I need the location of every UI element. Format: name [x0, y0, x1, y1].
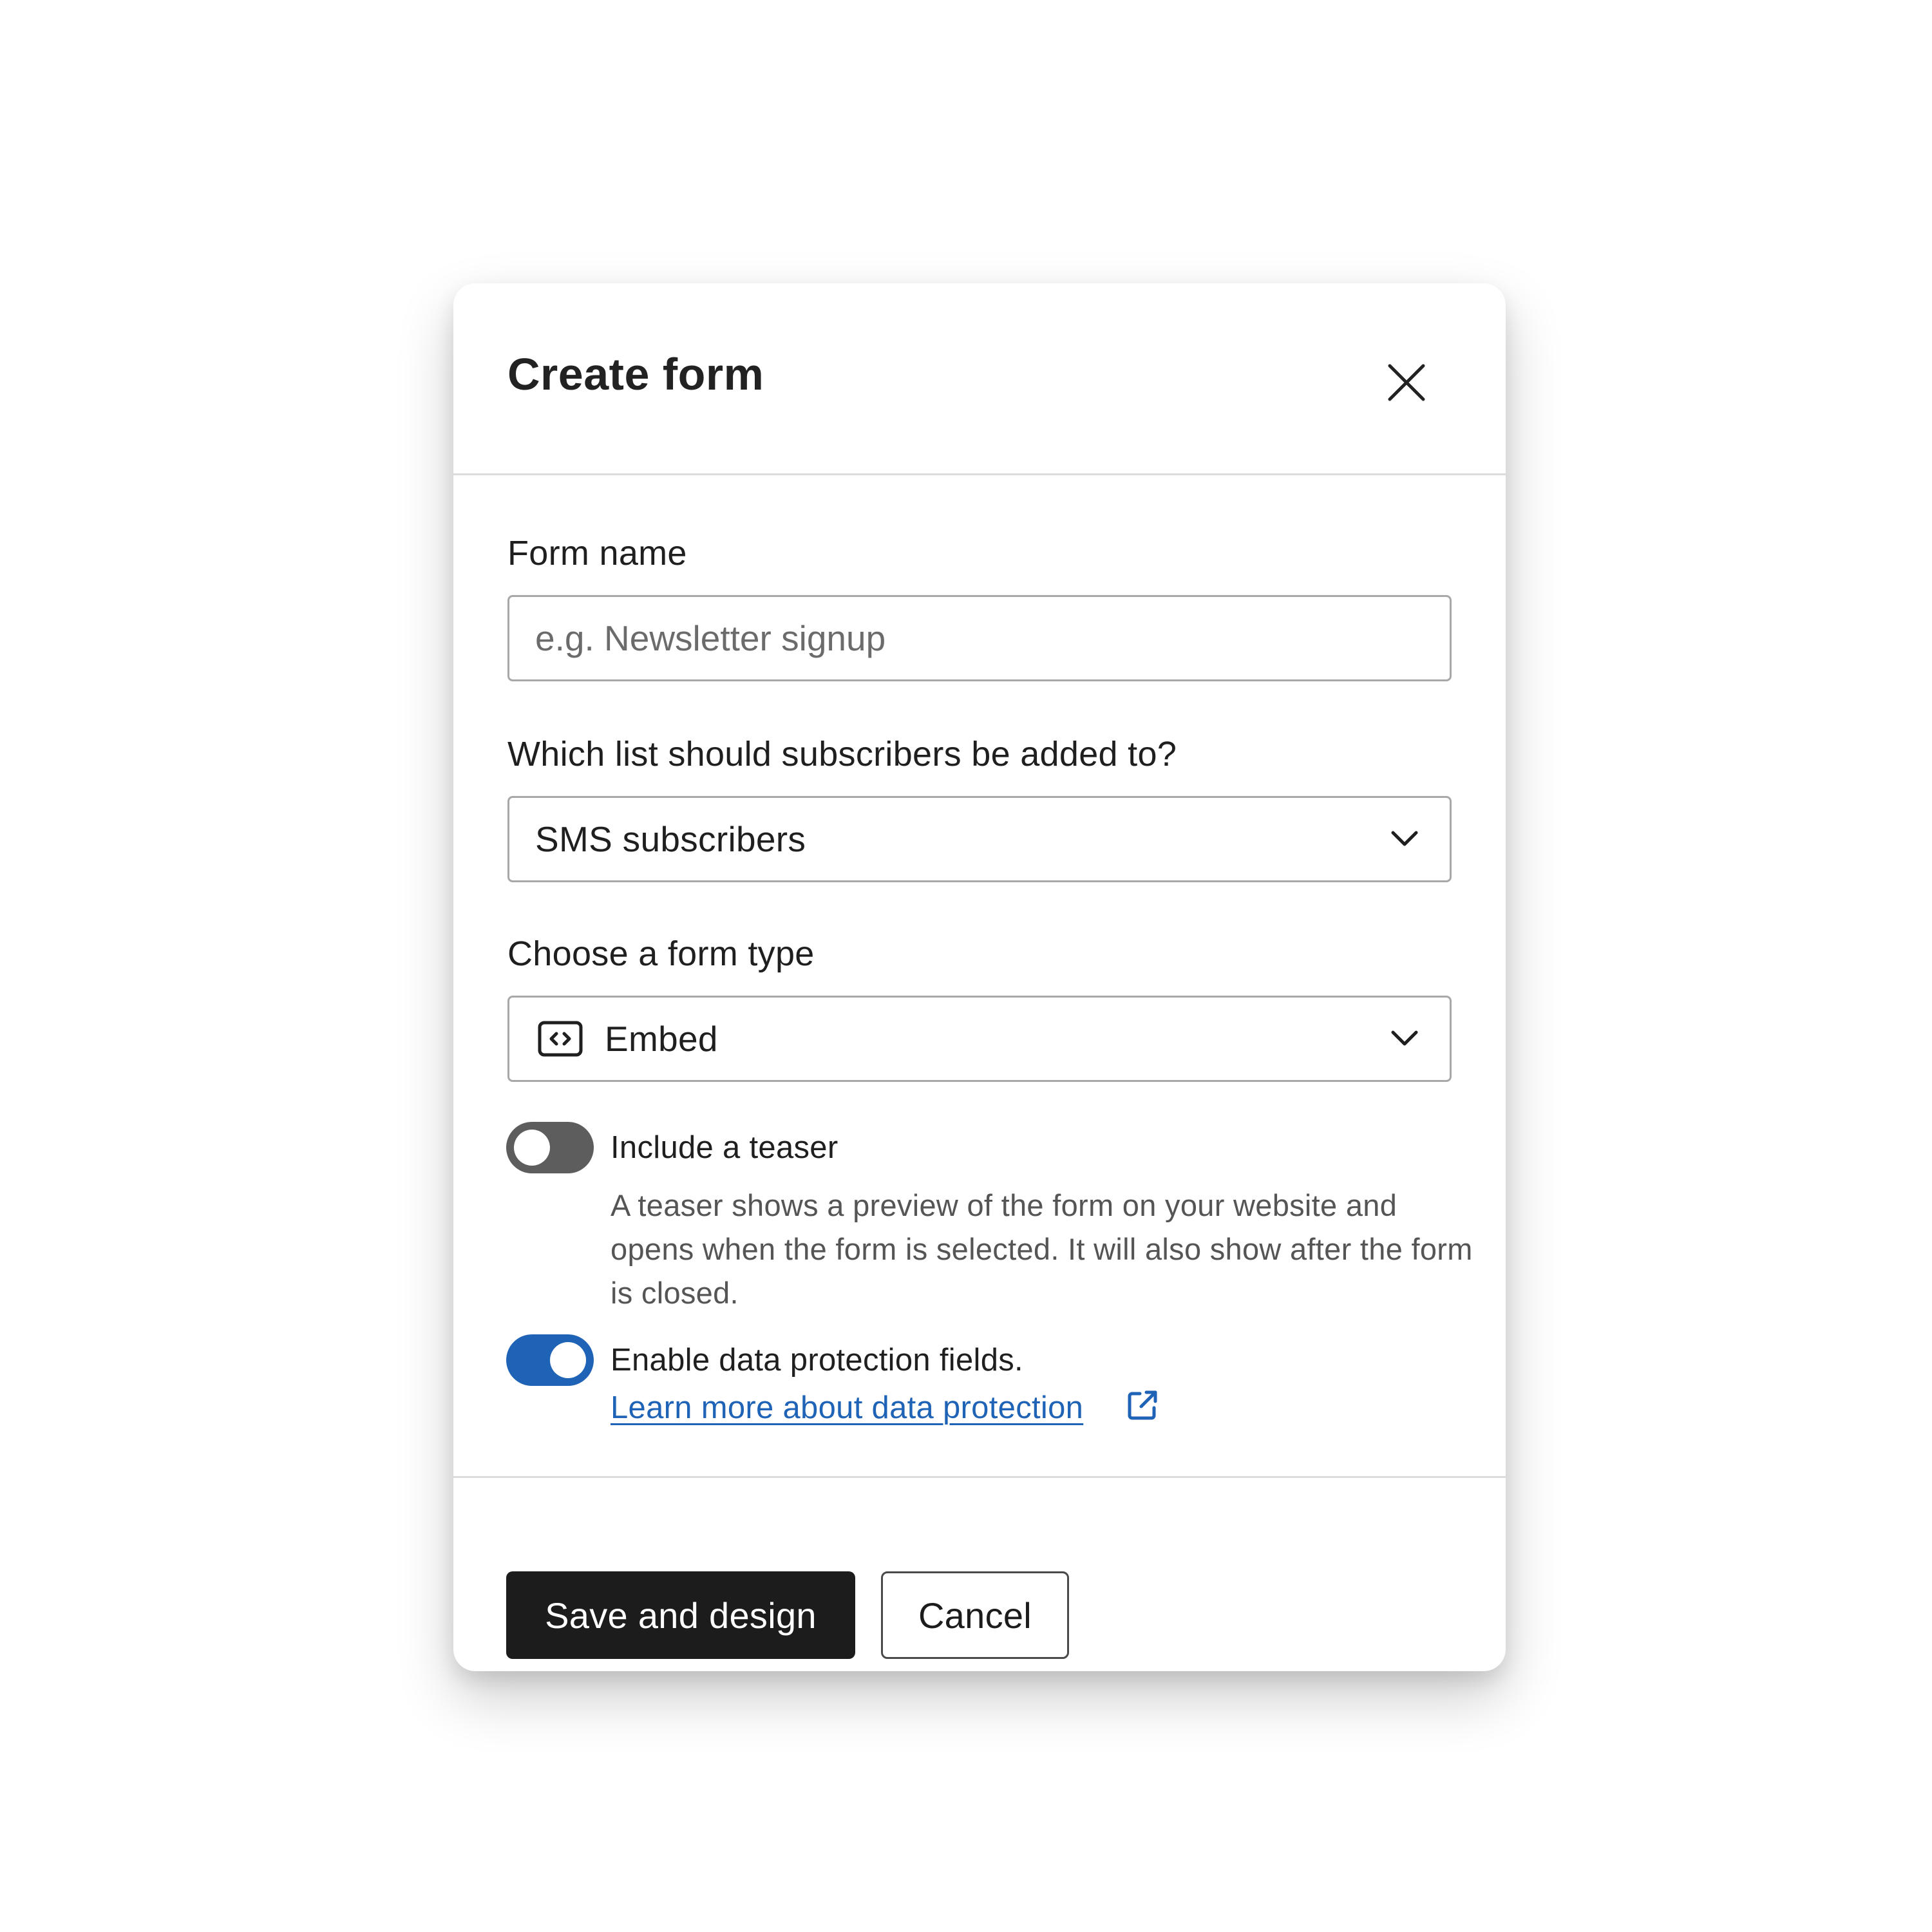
dialog-footer-divider	[453, 1476, 1506, 1478]
teaser-toggle-label: Include a teaser	[611, 1130, 838, 1165]
teaser-toggle[interactable]	[506, 1122, 594, 1173]
embed-code-icon	[538, 1021, 583, 1057]
form-type-label: Choose a form type	[507, 934, 815, 973]
close-button[interactable]	[1382, 358, 1431, 407]
form-name-input[interactable]	[509, 597, 1450, 679]
chevron-down-icon	[1391, 831, 1418, 846]
learn-more-link[interactable]: Learn more about data protection	[611, 1392, 1083, 1424]
toggle-knob	[514, 1130, 550, 1166]
save-and-design-button[interactable]: Save and design	[506, 1571, 855, 1659]
form-name-label: Form name	[507, 534, 687, 573]
form-type-select[interactable]: Embed	[507, 996, 1452, 1082]
list-select-label: Which list should subscribers be added t…	[507, 735, 1177, 773]
data-protection-toggle-label: Enable data protection fields.	[611, 1343, 1023, 1378]
form-type-value: Embed	[605, 1019, 718, 1059]
data-protection-toggle[interactable]	[506, 1334, 594, 1386]
external-link-icon[interactable]	[1126, 1388, 1159, 1422]
cancel-button[interactable]: Cancel	[881, 1571, 1069, 1659]
teaser-help-text: A teaser shows a preview of the form on …	[611, 1188, 1473, 1310]
dialog-header: Create form	[453, 283, 1506, 475]
create-form-dialog: Create form Form name Which list should …	[453, 283, 1506, 1671]
chevron-down-icon	[1391, 1030, 1418, 1046]
form-name-field-wrapper	[507, 595, 1452, 681]
close-icon	[1388, 364, 1425, 401]
list-select-value: SMS subscribers	[535, 819, 806, 859]
dialog-title: Create form	[507, 349, 764, 399]
list-select[interactable]: SMS subscribers	[507, 796, 1452, 882]
toggle-knob	[550, 1342, 586, 1378]
